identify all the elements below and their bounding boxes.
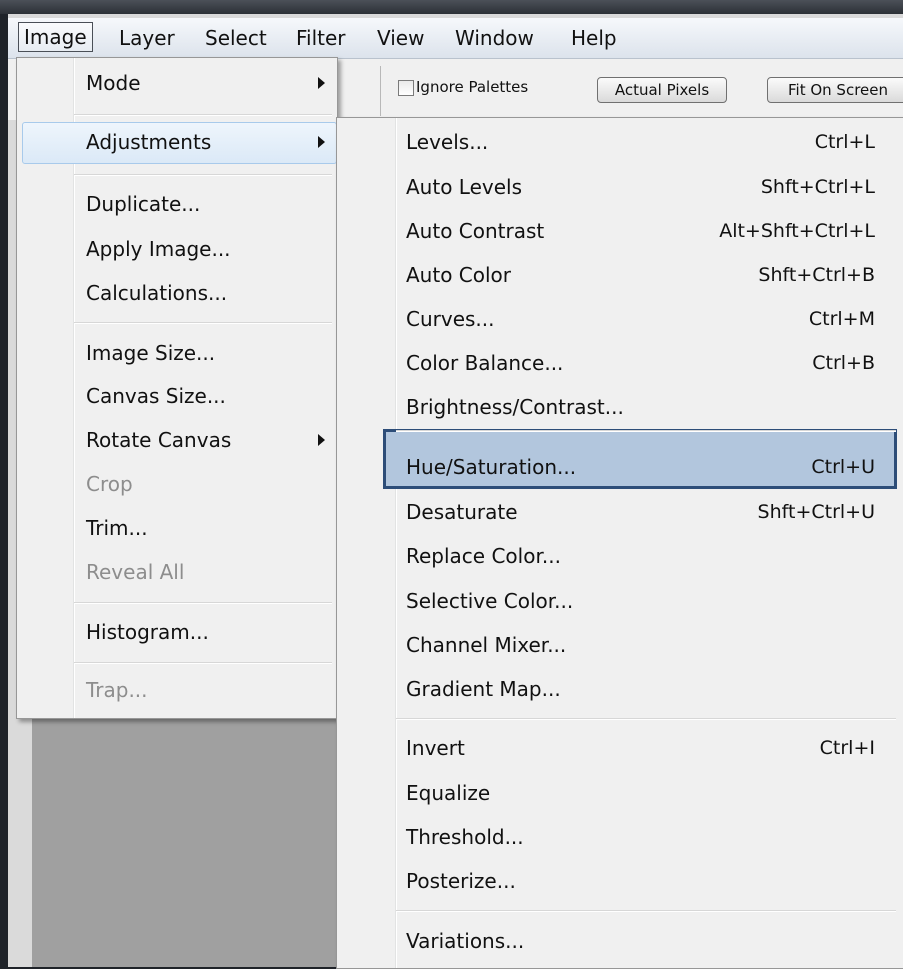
- adjust-item-variations[interactable]: Variations...: [406, 929, 524, 953]
- adjust-item-channel-mixer[interactable]: Channel Mixer...: [406, 633, 566, 657]
- adjust-item-auto-levels[interactable]: Auto Levels: [406, 175, 522, 199]
- adjust-item-auto-color[interactable]: Auto Color: [406, 263, 511, 287]
- shortcut-desaturate: Shft+Ctrl+U: [757, 501, 875, 523]
- menu-image[interactable]: Image: [18, 22, 93, 52]
- menu-gutter: [395, 118, 397, 968]
- adjust-item-equalize[interactable]: Equalize: [406, 781, 490, 805]
- adjust-item-posterize[interactable]: Posterize...: [406, 869, 516, 893]
- adjust-item-levels[interactable]: Levels...: [406, 130, 488, 154]
- shortcut-auto-levels: Shft+Ctrl+L: [760, 176, 875, 198]
- menu-bar: Image Layer Select Filter View Window He…: [8, 18, 903, 59]
- submenu-arrow-icon: [318, 434, 325, 446]
- image-menu-item-calculations[interactable]: Calculations...: [86, 281, 227, 305]
- image-menu-item-apply-image[interactable]: Apply Image...: [86, 237, 231, 261]
- adjust-item-brightness-contrast[interactable]: Brightness/Contrast...: [406, 395, 624, 419]
- ignore-palettes-label: Ignore Palettes: [416, 78, 529, 96]
- window-top-border: [0, 0, 903, 14]
- shortcut-levels: Ctrl+L: [814, 131, 875, 153]
- image-menu-item-crop: Crop: [86, 472, 133, 496]
- image-menu-item-image-size[interactable]: Image Size...: [86, 341, 215, 365]
- menu-separator: [74, 662, 332, 664]
- menu-separator: [74, 174, 332, 176]
- menu-view[interactable]: View: [372, 24, 429, 52]
- ignore-palettes-checkbox[interactable]: [398, 80, 414, 96]
- image-menu-item-trap: Trap...: [86, 678, 148, 702]
- actual-pixels-button[interactable]: Actual Pixels: [597, 77, 727, 103]
- adjust-item-selective-color[interactable]: Selective Color...: [406, 589, 573, 613]
- image-menu-item-adjustments[interactable]: Adjustments: [86, 130, 211, 154]
- submenu-arrow-icon: [318, 136, 325, 148]
- image-menu-item-reveal-all: Reveal All: [86, 560, 185, 584]
- adjust-item-invert[interactable]: Invert: [406, 736, 465, 760]
- options-divider: [380, 66, 381, 116]
- adjust-item-hue-saturation[interactable]: Hue/Saturation...: [406, 455, 576, 479]
- menu-separator: [74, 114, 332, 116]
- menu-select[interactable]: Select: [200, 24, 272, 52]
- menu-separator: [74, 322, 332, 324]
- image-menu-item-trim[interactable]: Trim...: [86, 516, 148, 540]
- menu-layer[interactable]: Layer: [114, 24, 180, 52]
- image-menu-item-histogram[interactable]: Histogram...: [86, 620, 209, 644]
- adjust-item-curves[interactable]: Curves...: [406, 307, 495, 331]
- shortcut-curves: Ctrl+M: [808, 308, 875, 330]
- menu-separator: [396, 910, 896, 912]
- adjust-item-desaturate[interactable]: Desaturate: [406, 500, 518, 524]
- adjust-item-threshold[interactable]: Threshold...: [406, 825, 524, 849]
- adjust-item-auto-contrast[interactable]: Auto Contrast: [406, 219, 544, 243]
- menu-help[interactable]: Help: [566, 24, 622, 52]
- image-menu-item-mode[interactable]: Mode: [86, 71, 141, 95]
- shortcut-hue-saturation: Ctrl+U: [811, 456, 875, 478]
- adjust-item-replace-color[interactable]: Replace Color...: [406, 544, 561, 568]
- image-menu-item-canvas-size[interactable]: Canvas Size...: [86, 384, 226, 408]
- shortcut-invert: Ctrl+I: [819, 737, 875, 759]
- submenu-arrow-icon: [318, 77, 325, 89]
- menu-separator: [74, 602, 332, 604]
- image-menu-item-duplicate[interactable]: Duplicate...: [86, 192, 200, 216]
- fit-on-screen-button[interactable]: Fit On Screen: [767, 77, 903, 103]
- menu-separator: [396, 430, 896, 432]
- image-menu-item-rotate-canvas[interactable]: Rotate Canvas: [86, 428, 231, 452]
- menu-window[interactable]: Window: [450, 24, 539, 52]
- shortcut-color-balance: Ctrl+B: [812, 352, 875, 374]
- shortcut-auto-color: Shft+Ctrl+B: [758, 264, 875, 286]
- menu-filter[interactable]: Filter: [291, 24, 351, 52]
- menu-separator: [396, 718, 896, 720]
- shortcut-auto-contrast: Alt+Shft+Ctrl+L: [719, 220, 875, 242]
- adjust-item-gradient-map[interactable]: Gradient Map...: [406, 677, 561, 701]
- adjust-item-color-balance[interactable]: Color Balance...: [406, 351, 563, 375]
